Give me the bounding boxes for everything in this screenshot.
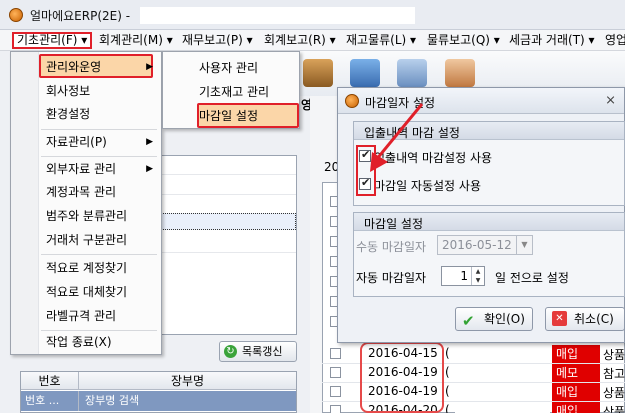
menu-sales[interactable]: 영업 — [602, 32, 625, 49]
basic-management-menu: 관리와운영 ▶ 회사정보 환경설정 자료관리(P) ▶ 외부자료 관리 ▶ 계정… — [10, 51, 162, 355]
row-description: 상품 — [603, 386, 625, 400]
row-partner: ( — [445, 346, 450, 360]
ok-button[interactable]: ✔ 확인(O) — [455, 307, 533, 331]
row-type-badge: 매입 — [552, 345, 600, 363]
menu-item-label: 자료관리(P) — [46, 135, 107, 149]
item-list[interactable] — [160, 155, 297, 335]
book-table-search-row: 번호 ... 장부명 검색 — [21, 391, 296, 411]
tools-icon[interactable] — [397, 59, 427, 87]
menu-item-label: 관리와운영 — [46, 60, 102, 74]
list-divider — [161, 174, 296, 175]
menu-item-data-management[interactable]: 자료관리(P) ▶ — [11, 130, 161, 154]
cancel-button[interactable]: ✕ 취소(C) — [545, 307, 625, 331]
group-title: 마감일 설정 — [364, 217, 424, 231]
auto-closing-suffix: 일 전으로 설정 — [495, 271, 569, 285]
manual-closing-date-input[interactable]: 2016-05-12 ▼ — [437, 235, 533, 255]
menu-item-settings[interactable]: 환경설정 — [11, 102, 161, 126]
menu-item-find-account[interactable]: 적요로 계정찾기 — [11, 256, 161, 280]
book-table: 번호 장부명 번호 ... 장부명 검색 — [20, 371, 297, 413]
check-icon: ✔ — [462, 312, 475, 330]
row-checkbox[interactable] — [330, 405, 341, 413]
menu-separator — [41, 254, 157, 255]
spin-up-down-icon[interactable]: ▲ ▼ — [471, 267, 484, 285]
row-checkbox[interactable] — [330, 348, 341, 359]
date-column-highlight — [360, 342, 444, 413]
row-partner: ( — [445, 403, 450, 413]
title-redaction — [140, 7, 415, 24]
window-title: 얼마에요ERP(2E) - — [30, 9, 131, 23]
menu-inventory[interactable]: 재고물류(L) ▾ — [343, 32, 419, 49]
submenu-arrow-icon: ▶ — [146, 137, 153, 147]
redaction — [455, 384, 550, 400]
row-description: 상품 — [603, 348, 625, 362]
book-name-search-field[interactable]: 장부명 검색 — [79, 391, 296, 411]
refresh-list-label: 목록갱신 — [242, 345, 283, 358]
cancel-label: 취소(C) — [574, 312, 614, 326]
row-checkbox[interactable] — [330, 386, 341, 397]
document-icon[interactable] — [445, 59, 475, 87]
auto-closing-days-value: 1 — [460, 269, 468, 283]
refresh-icon: ↻ — [224, 345, 237, 358]
menu-item-label: 외부자료 관리 — [46, 162, 117, 176]
menu-item-management[interactable]: 관리와운영 ▶ — [11, 55, 161, 79]
menu-item-external-data[interactable]: 외부자료 관리 ▶ — [11, 157, 161, 181]
dialog-app-icon — [345, 94, 359, 108]
row-partner: ( — [445, 365, 450, 379]
menu-item-label-format[interactable]: 라벨규격 관리 — [11, 304, 161, 328]
menu-item-company-info[interactable]: 회사정보 — [11, 79, 161, 103]
menu-financial-report[interactable]: 재무보고(P) ▾ — [179, 32, 256, 49]
menu-item-partner-category[interactable]: 거래처 구분관리 — [11, 228, 161, 252]
book-table-header: 번호 장부명 — [21, 372, 296, 390]
briefcase-icon[interactable] — [303, 59, 333, 87]
management-submenu: 사용자 관리 기초재고 관리 마감일 설정 — [162, 51, 300, 129]
cancel-x-icon: ✕ — [552, 311, 567, 326]
list-item-selected[interactable] — [161, 213, 296, 230]
menu-item-find-transfer[interactable]: 적요로 대체찾기 — [11, 280, 161, 304]
submenu-arrow-icon: ▶ — [146, 62, 153, 72]
manual-closing-value: 2016-05-12 — [442, 238, 512, 252]
menu-logistics-report[interactable]: 물류보고(Q) ▾ — [424, 32, 503, 49]
menu-item-account-management[interactable]: 계정과목 관리 — [11, 180, 161, 204]
auto-closing-days-label: 자동 마감일자 — [356, 271, 427, 285]
row-type-badge: 매입 — [552, 402, 600, 413]
submenu-arrow-icon: ▶ — [146, 164, 153, 174]
col-book-name[interactable]: 장부명 — [79, 372, 296, 390]
redaction — [455, 403, 550, 413]
chevron-down-icon[interactable]: ▼ — [516, 236, 532, 254]
submenu-initial-stock[interactable]: 기초재고 관리 — [163, 80, 299, 104]
title-bar: 얼마에요ERP(2E) - — [0, 0, 625, 30]
row-partner: ( — [445, 384, 450, 398]
auto-closing-days-stepper[interactable]: 1 ▲ ▼ — [441, 266, 485, 286]
row-description: 참고 — [603, 367, 625, 381]
menu-basic-management[interactable]: 기초관리(F) ▾ — [12, 32, 93, 49]
menu-item-exit[interactable]: 작업 종료(X) — [11, 330, 161, 354]
submenu-user-management[interactable]: 사용자 관리 — [163, 56, 299, 80]
submenu-closing-date[interactable]: 마감일 설정 — [163, 104, 299, 128]
redaction — [455, 365, 550, 381]
refresh-list-button[interactable]: ↻ 목록갱신 — [219, 341, 297, 362]
list-divider — [161, 194, 296, 195]
app-logo-icon — [9, 8, 23, 22]
annotation-arrow — [370, 103, 424, 172]
row-checkbox[interactable] — [330, 367, 341, 378]
row-description: 상품 — [603, 405, 625, 413]
group-header: 마감일 설정 — [354, 213, 624, 231]
people-icon[interactable] — [350, 59, 380, 87]
list-divider — [161, 252, 296, 253]
menu-tax-trade[interactable]: 세금과 거래(T) ▾ — [506, 32, 598, 49]
manual-closing-label: 수동 마감일자 — [356, 240, 427, 254]
menu-accounting-report[interactable]: 회계보고(R) ▾ — [261, 32, 339, 49]
menu-bar: 기초관리(F) ▾ 회계관리(M) ▾ 재무보고(P) ▾ 회계보고(R) ▾ … — [0, 30, 625, 51]
row-type-badge: 메모 — [552, 364, 600, 382]
ok-label: 확인(O) — [484, 312, 525, 326]
row-type-badge: 매입 — [552, 383, 600, 401]
menu-item-category-management[interactable]: 범주와 분류관리 — [11, 204, 161, 228]
col-number[interactable]: 번호 — [21, 372, 79, 390]
menu-accounting[interactable]: 회계관리(M) ▾ — [96, 32, 176, 49]
close-icon[interactable]: ⨯ — [605, 93, 616, 108]
redaction — [455, 346, 550, 362]
number-search-field[interactable]: 번호 ... — [21, 391, 79, 411]
